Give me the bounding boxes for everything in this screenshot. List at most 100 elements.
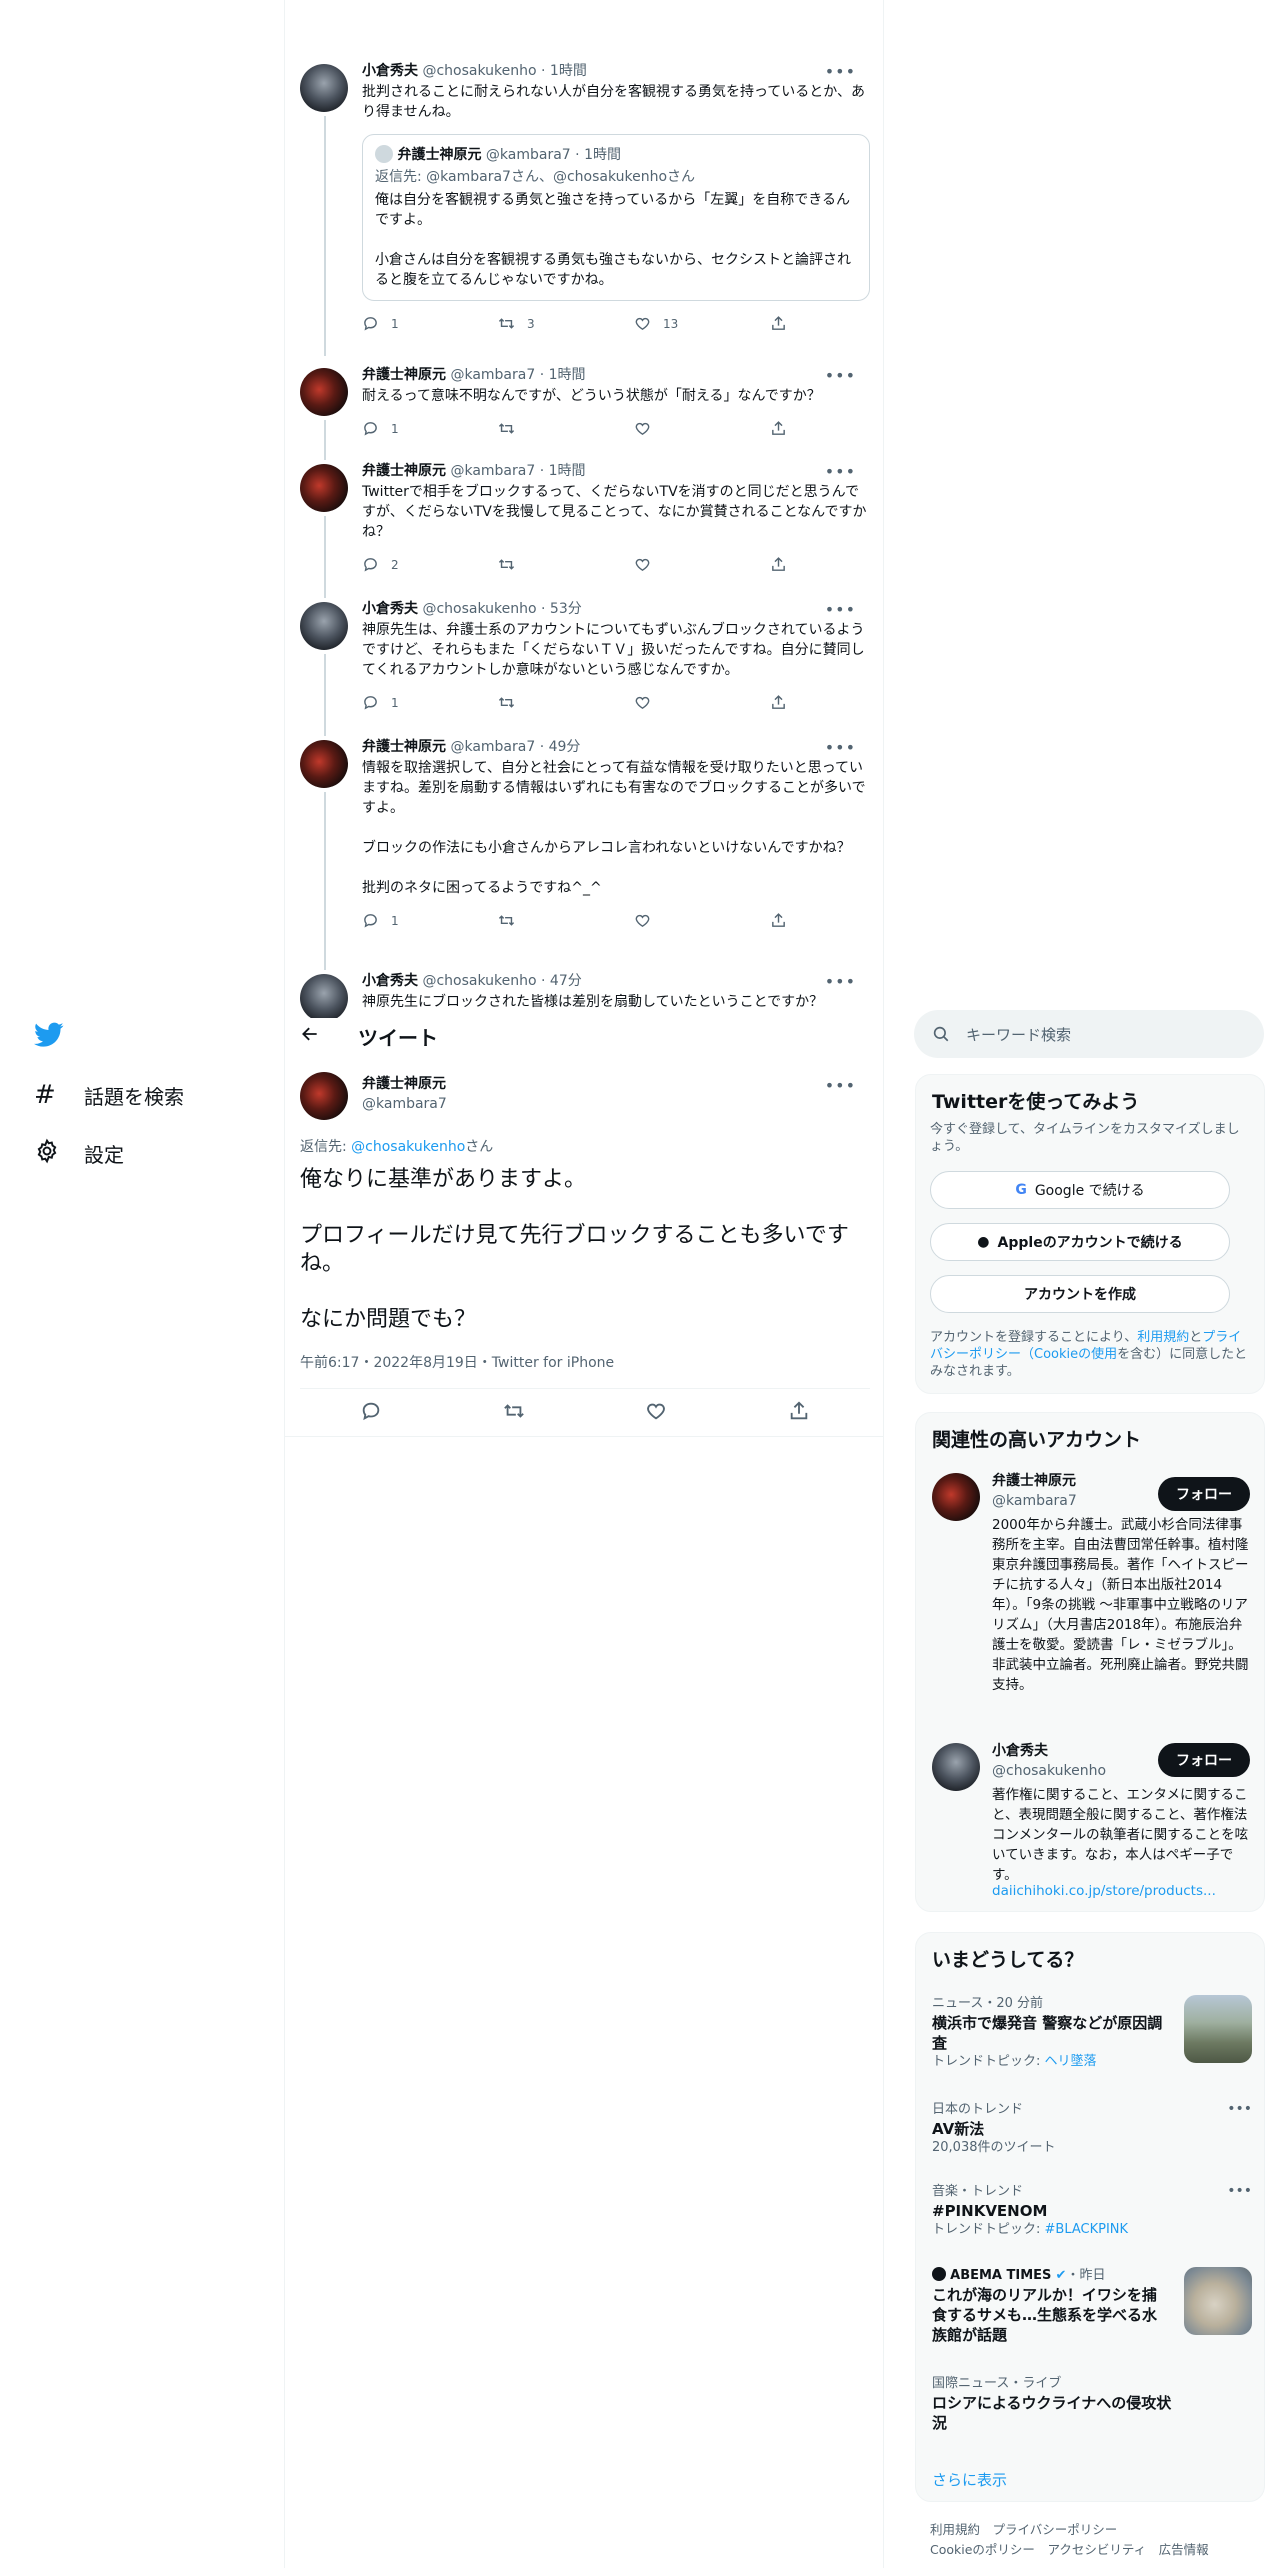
retweet-button[interactable]	[498, 912, 558, 929]
footer-cookie[interactable]: Cookieのポリシー	[930, 2542, 1035, 2557]
avatar[interactable]	[300, 1072, 348, 1120]
trend-item[interactable]: ABEMA TIMES ✔・昨日 これが海のリアルか！イワシを捕食するサメも…生…	[932, 2267, 1252, 2345]
nav-settings[interactable]: 設定	[34, 1138, 124, 1169]
more-icon[interactable]: •••	[1227, 2183, 1252, 2199]
author-handle[interactable]: @kambara7	[450, 739, 535, 755]
like-button[interactable]	[634, 556, 694, 573]
reply-button[interactable]: 1	[362, 912, 422, 929]
back-arrow-icon[interactable]	[300, 1024, 320, 1048]
author-handle[interactable]: @chosakukenho	[422, 63, 536, 79]
tweet-time[interactable]: 49分	[549, 739, 581, 755]
apple-signin-button[interactable]: ● Appleのアカウントで続ける	[930, 1223, 1230, 1261]
follow-button[interactable]: フォロー	[1158, 1743, 1250, 1777]
author-handle[interactable]: @chosakukenho	[422, 601, 536, 617]
tweet-time[interactable]: 1時間	[550, 63, 587, 79]
more-icon[interactable]: •••	[825, 462, 856, 481]
tweet[interactable]: 小倉秀夫 @chosakukenho · 1時間 ••• 批判されることに耐えら…	[300, 62, 870, 356]
retweet-icon[interactable]	[503, 1400, 525, 1426]
avatar[interactable]	[932, 1743, 980, 1791]
author-handle[interactable]: @kambara7	[450, 463, 535, 479]
trend-item[interactable]: 日本のトレンド AV新法 20,038件のツイート •••	[932, 2101, 1252, 2157]
avatar[interactable]	[300, 740, 348, 788]
reply-button[interactable]: 2	[362, 556, 422, 573]
quoted-tweet[interactable]: 弁護士神原元 @kambara7 · 1時間 返信先: @kambara7さん、…	[362, 134, 870, 301]
like-button[interactable]: 13	[634, 315, 694, 332]
more-icon[interactable]: •••	[825, 62, 856, 81]
more-icon[interactable]: •••	[1227, 2101, 1252, 2117]
reply-button[interactable]: 1	[362, 420, 422, 437]
footer-accessibility[interactable]: アクセシビリティ	[1047, 2542, 1146, 2557]
author-handle[interactable]: @chosakukenho	[422, 973, 536, 989]
create-account-button[interactable]: アカウントを作成	[930, 1275, 1230, 1313]
retweet-button[interactable]	[498, 556, 558, 573]
share-button[interactable]	[770, 912, 790, 929]
retweet-button[interactable]	[498, 694, 558, 711]
share-icon[interactable]	[788, 1400, 810, 1426]
heart-icon[interactable]	[645, 1400, 667, 1426]
more-icon[interactable]: •••	[825, 600, 856, 619]
author-name[interactable]: 小倉秀夫	[362, 63, 418, 79]
like-button[interactable]	[634, 420, 694, 437]
more-icon[interactable]: •••	[825, 366, 856, 385]
trend-sub-link[interactable]: #BLACKPINK	[1045, 2222, 1129, 2237]
tweet-time[interactable]: 1時間	[549, 463, 586, 479]
tweet[interactable]: 小倉秀夫 @chosakukenho · 53分 ••• 神原先生は、弁護士系の…	[300, 600, 870, 736]
more-icon[interactable]: •••	[825, 738, 856, 757]
reply-to-link[interactable]: @chosakukenho	[351, 1139, 465, 1155]
account-link[interactable]: daiichihoki.co.jp/store/products...	[992, 1883, 1216, 1899]
tweet[interactable]: 弁護士神原元 @kambara7 · 1時間 ••• 耐えるって意味不明なんです…	[300, 366, 870, 460]
follow-button[interactable]: フォロー	[1158, 1477, 1250, 1511]
trend-item[interactable]: 音楽・トレンド #PINKVENOM トレンドトピック: #BLACKPINK …	[932, 2183, 1252, 2239]
share-button[interactable]	[770, 556, 790, 573]
footer-privacy[interactable]: プライバシーポリシー	[993, 2522, 1118, 2537]
author-name[interactable]: 小倉秀夫	[362, 601, 418, 617]
more-icon[interactable]: •••	[825, 972, 856, 991]
author-handle[interactable]: @kambara7	[362, 1094, 447, 1114]
avatar[interactable]	[300, 974, 348, 1022]
terms-link[interactable]: 利用規約	[1137, 1330, 1189, 1345]
twitter-logo-icon[interactable]	[34, 1022, 64, 1052]
footer-terms[interactable]: 利用規約	[930, 2522, 980, 2537]
tweet-meta[interactable]: 午前6:17・2022年8月19日・Twitter for iPhone	[300, 1352, 614, 1372]
avatar[interactable]	[300, 64, 348, 112]
trend-item[interactable]: ニュース・20 分前 横浜市で爆発音 警察などが原因調査 トレンドトピック: ヘ…	[932, 1995, 1252, 2071]
avatar[interactable]	[932, 1473, 980, 1521]
nav-explore[interactable]: # 話題を検索	[34, 1080, 184, 1110]
tweet-time[interactable]: 1時間	[549, 367, 586, 383]
share-button[interactable]	[770, 694, 790, 711]
tweet[interactable]: 弁護士神原元 @kambara7 · 1時間 ••• Twitterで相手をブロ…	[300, 462, 870, 598]
author-name[interactable]: 弁護士神原元	[362, 739, 446, 755]
avatar[interactable]	[300, 464, 348, 512]
account-handle[interactable]: @kambara7	[992, 1491, 1077, 1511]
share-icon	[772, 421, 785, 435]
retweet-button[interactable]: 3	[498, 315, 558, 332]
avatar[interactable]	[300, 368, 348, 416]
retweet-button[interactable]	[498, 420, 558, 437]
author-handle[interactable]: @kambara7	[450, 367, 535, 383]
show-more-link[interactable]: さらに表示	[932, 2469, 1007, 2490]
tweet-time[interactable]: 53分	[550, 601, 582, 617]
account-name[interactable]: 弁護士神原元	[992, 1471, 1077, 1491]
reply-button[interactable]: 1	[362, 315, 422, 332]
more-icon[interactable]: •••	[825, 1076, 856, 1095]
trend-item[interactable]: 国際ニュース・ライブ ロシアによるウクライナへの侵攻状況	[932, 2375, 1252, 2433]
like-button[interactable]	[634, 694, 694, 711]
search-box[interactable]: キーワード検索	[914, 1010, 1264, 1058]
author-name[interactable]: 小倉秀夫	[362, 973, 418, 989]
reply-button[interactable]: 1	[362, 694, 422, 711]
author-name[interactable]: 弁護士神原元	[362, 367, 446, 383]
author-name[interactable]: 弁護士神原元	[362, 1074, 447, 1094]
footer-ads[interactable]: 広告情報	[1159, 2542, 1209, 2557]
google-signin-button[interactable]: G Google で続ける	[930, 1171, 1230, 1209]
trend-sub-link[interactable]: ヘリ墜落	[1045, 2054, 1097, 2069]
share-button[interactable]	[770, 315, 790, 332]
like-button[interactable]	[634, 912, 694, 929]
share-button[interactable]	[770, 420, 790, 437]
author-name[interactable]: 弁護士神原元	[362, 463, 446, 479]
account-handle[interactable]: @chosakukenho	[992, 1761, 1106, 1781]
reply-icon[interactable]	[360, 1400, 382, 1426]
avatar[interactable]	[300, 602, 348, 650]
tweet-time[interactable]: 47分	[550, 973, 582, 989]
tweet[interactable]: 弁護士神原元 @kambara7 · 49分 ••• 情報を取捨選択して、自分と…	[300, 738, 870, 970]
account-name[interactable]: 小倉秀夫	[992, 1741, 1106, 1761]
